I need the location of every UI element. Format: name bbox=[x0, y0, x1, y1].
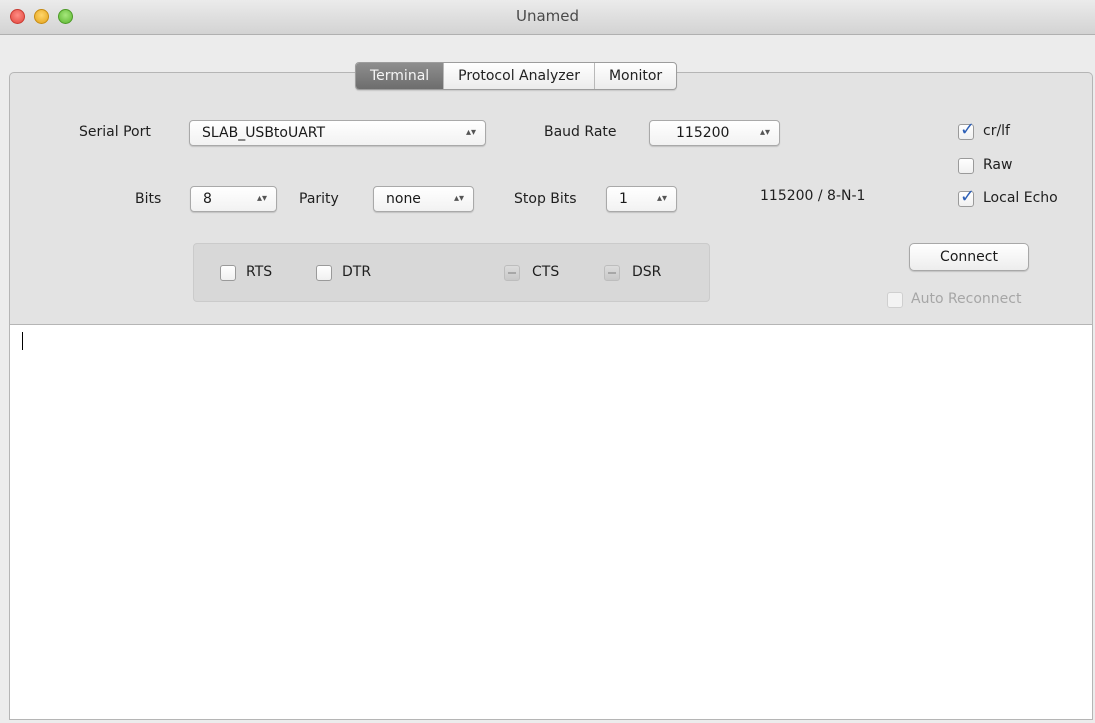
parity-label: Parity bbox=[299, 191, 339, 207]
raw-label: Raw bbox=[983, 157, 1013, 173]
stop-bits-value: 1 bbox=[619, 191, 628, 207]
stop-bits-select[interactable]: 1 ▴▾ bbox=[606, 186, 677, 212]
terminal-output-area[interactable] bbox=[9, 325, 1093, 720]
title-bar: Unamed bbox=[0, 0, 1095, 35]
dsr-label: DSR bbox=[632, 264, 662, 280]
window-title: Unamed bbox=[515, 7, 580, 25]
bits-label: Bits bbox=[135, 191, 162, 207]
tab-bar: Terminal Protocol Analyzer Monitor bbox=[355, 62, 678, 90]
popup-arrows-icon: ▴▾ bbox=[759, 127, 770, 138]
crlf-label: cr/lf bbox=[983, 123, 1010, 139]
dtr-label: DTR bbox=[342, 264, 372, 280]
app-window: Unamed Terminal Protocol Analyzer Monito… bbox=[0, 0, 1095, 723]
baud-rate-select[interactable]: 115200 ▴▾ bbox=[649, 120, 780, 146]
tab-monitor[interactable]: Monitor bbox=[595, 63, 676, 89]
dsr-indicator-icon bbox=[604, 265, 620, 281]
port-settings-summary: 115200 / 8-N-1 bbox=[760, 188, 866, 204]
local-echo-label: Local Echo bbox=[983, 190, 1058, 206]
serial-port-select[interactable]: SLAB_USBtoUART ▴▾ bbox=[189, 120, 486, 146]
raw-checkbox[interactable] bbox=[958, 158, 974, 174]
bits-value: 8 bbox=[203, 191, 212, 207]
auto-reconnect-label: Auto Reconnect bbox=[911, 291, 1022, 307]
baud-rate-value: 115200 bbox=[676, 125, 730, 141]
rts-checkbox[interactable] bbox=[220, 265, 236, 281]
auto-reconnect-checkbox[interactable] bbox=[887, 292, 903, 308]
serial-port-value: SLAB_USBtoUART bbox=[202, 125, 326, 141]
cts-indicator-icon bbox=[504, 265, 520, 281]
tab-terminal[interactable]: Terminal bbox=[356, 63, 445, 89]
rts-label: RTS bbox=[246, 264, 273, 280]
popup-arrows-icon: ▴▾ bbox=[453, 193, 464, 204]
dtr-checkbox[interactable] bbox=[316, 265, 332, 281]
bits-select[interactable]: 8 ▴▾ bbox=[190, 186, 277, 212]
toolbar-strip bbox=[0, 35, 1095, 65]
crlf-checkbox[interactable] bbox=[958, 119, 975, 140]
text-caret bbox=[22, 332, 23, 350]
local-echo-checkbox[interactable] bbox=[958, 186, 975, 207]
cts-label: CTS bbox=[532, 264, 560, 280]
parity-select[interactable]: none ▴▾ bbox=[373, 186, 474, 212]
popup-arrows-icon: ▴▾ bbox=[465, 127, 476, 138]
parity-value: none bbox=[386, 191, 421, 207]
tab-protocol-analyzer[interactable]: Protocol Analyzer bbox=[444, 63, 595, 89]
connect-button[interactable]: Connect bbox=[909, 243, 1029, 271]
baud-rate-label: Baud Rate bbox=[544, 124, 617, 140]
popup-arrows-icon: ▴▾ bbox=[656, 193, 667, 204]
serial-port-label: Serial Port bbox=[79, 124, 151, 140]
stop-bits-label: Stop Bits bbox=[514, 191, 577, 207]
popup-arrows-icon: ▴▾ bbox=[256, 193, 267, 204]
